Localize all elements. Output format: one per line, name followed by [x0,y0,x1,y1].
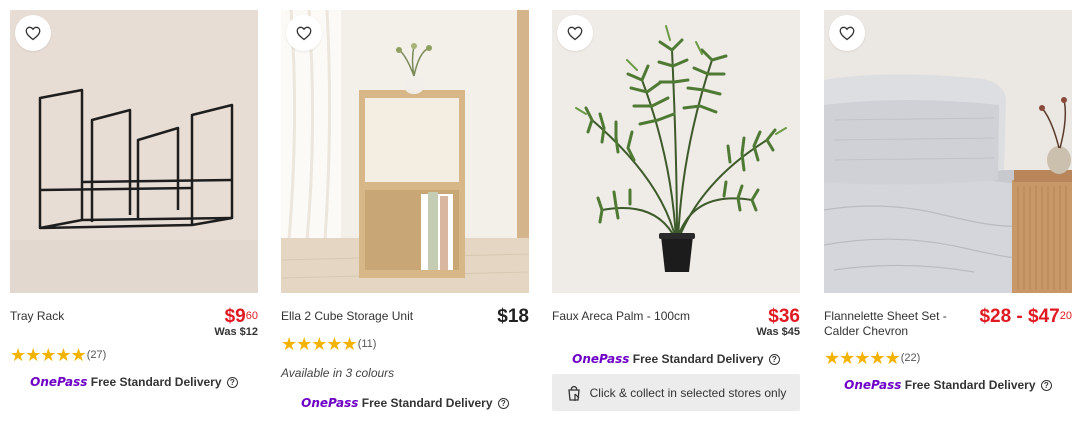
price-main: $36 [768,306,800,327]
click-collect-icon [567,385,580,401]
price-main: $28 - $47 [979,306,1060,327]
delivery-text: Free Standard Delivery [904,378,1036,392]
delivery-text: Free Standard Delivery [361,396,493,410]
click-collect-text: Click & collect in selected stores only [589,385,787,400]
info-icon[interactable]: ? [768,354,780,365]
product-name-line-2: Calder Chevron [824,324,909,338]
wishlist-heart-button[interactable] [286,15,322,51]
product-price: $960 Was $12 [214,306,258,338]
product-image-areca-palm[interactable] [552,10,800,293]
rating-count: (27) [86,349,107,361]
sheet-set-photo [824,10,1072,293]
product-price: $36 Was $45 [756,306,800,338]
product-card-areca-palm[interactable]: Faux Areca Palm - 100cm $36 Was $45 OneP… [552,10,800,411]
info-icon[interactable]: ? [226,377,238,388]
heart-icon [839,26,855,40]
product-name-line-1: Flannelette Sheet Set - [824,309,947,323]
was-price: Was $45 [756,326,800,338]
product-image-ella-cube[interactable] [281,10,529,293]
rating[interactable]: ★★★★★ (27) [10,346,106,364]
was-price: Was $12 [214,326,258,338]
wishlist-heart-button[interactable] [557,15,593,51]
product-price: $28 - $4720 [979,306,1072,328]
product-name[interactable]: Flannelette Sheet Set - Calder Chevron [824,309,947,339]
onepass-delivery: OnePass Free Standard Delivery ? [552,352,800,366]
product-image-tray-rack[interactable] [10,10,258,293]
info-icon[interactable]: ? [1040,380,1052,391]
onepass-delivery: OnePass Free Standard Delivery ? [10,375,258,389]
available-colours[interactable]: Available in 3 colours [281,366,394,380]
delivery-text: Free Standard Delivery [632,352,764,366]
palm-photo [552,10,800,293]
rating-count: (11) [357,338,377,350]
product-card-tray-rack[interactable]: Tray Rack $960 Was $12 ★★★★★ (27) OnePas… [10,10,258,389]
price-main: $18 [497,306,529,327]
onepass-delivery: OnePass Free Standard Delivery ? [281,396,529,410]
wishlist-heart-button[interactable] [829,15,865,51]
rating[interactable]: ★★★★★ (22) [824,349,920,367]
cube-storage-photo [281,10,529,293]
product-card-flannelette-sheet[interactable]: Flannelette Sheet Set - Calder Chevron $… [824,10,1072,392]
product-price: $18 [497,306,529,328]
product-card-ella-cube[interactable]: Ella 2 Cube Storage Unit $18 ★★★★★ (11) … [281,10,529,410]
wishlist-heart-button[interactable] [15,15,51,51]
heart-icon [567,26,583,40]
rating[interactable]: ★★★★★ (11) [281,335,376,353]
onepass-logo: OnePass [30,375,88,389]
delivery-text: Free Standard Delivery [90,375,222,389]
tray-rack-photo [10,10,258,293]
star-rating-icons: ★★★★★ [281,334,358,354]
info-icon[interactable]: ? [497,398,509,409]
onepass-logo: OnePass [301,396,359,410]
product-name[interactable]: Tray Rack [10,309,64,324]
star-rating-icons: ★★★★★ [824,348,901,368]
onepass-logo: OnePass [572,352,630,366]
product-name[interactable]: Faux Areca Palm - 100cm [552,309,690,324]
price-cents: 20 [1059,310,1072,322]
rating-count: (22) [900,352,921,364]
product-name[interactable]: Ella 2 Cube Storage Unit [281,309,413,324]
price-cents: 60 [245,310,258,322]
heart-icon [296,26,312,40]
onepass-logo: OnePass [844,378,902,392]
click-collect-banner: Click & collect in selected stores only [552,374,800,411]
onepass-delivery: OnePass Free Standard Delivery ? [824,378,1072,392]
heart-icon [25,26,41,40]
price-main: $9 [224,306,246,327]
star-rating-icons: ★★★★★ [10,345,87,365]
product-image-flannelette-sheet[interactable] [824,10,1072,293]
